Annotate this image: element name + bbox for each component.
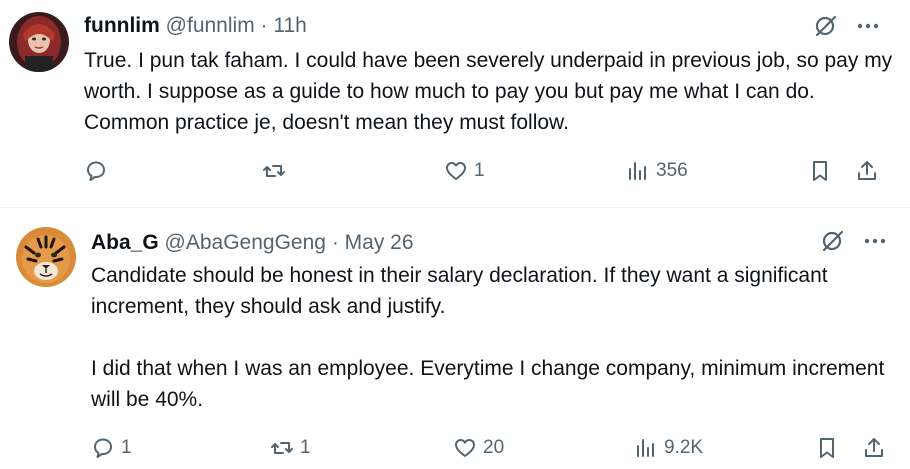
display-name[interactable]: Aba_G	[91, 231, 159, 254]
reply-count: 1	[121, 437, 132, 458]
tweet-header: Aba_G @AbaGengGeng · May 26	[91, 229, 414, 257]
user-handle[interactable]: @funnlim	[166, 14, 255, 37]
tweet-header: funnlim @funnlim · 11h	[84, 12, 307, 40]
views-icon	[629, 162, 646, 180]
bookmark-button[interactable]	[808, 156, 832, 186]
grok-icon[interactable]	[813, 13, 839, 39]
share-button[interactable]	[862, 433, 886, 463]
view-count: 9.2K	[664, 437, 704, 458]
reply-icon	[94, 438, 112, 458]
share-button[interactable]	[855, 156, 879, 186]
like-icon	[455, 439, 475, 457]
tweet-divider	[0, 207, 910, 208]
reply-icon	[87, 161, 105, 181]
bookmark-icon	[813, 161, 827, 181]
views-button[interactable]: 9.2K	[634, 433, 703, 463]
more-icon[interactable]	[855, 13, 881, 39]
timestamp[interactable]: May 26	[345, 231, 414, 254]
bookmark-icon	[820, 438, 834, 458]
separator: ·	[331, 231, 339, 254]
separator: ·	[260, 14, 268, 37]
share-icon	[865, 438, 883, 457]
tweet[interactable]: funnlim @funnlim · 11h True. I pun tak f…	[0, 0, 910, 208]
like-icon	[446, 162, 466, 180]
avatar[interactable]	[9, 12, 69, 72]
view-count: 356	[656, 160, 688, 181]
like-count: 1	[474, 160, 485, 181]
repost-button[interactable]: 1	[270, 433, 311, 463]
user-handle[interactable]: @AbaGengGeng	[165, 231, 326, 254]
action-bar: 1 356	[0, 156, 910, 186]
display-name[interactable]: funnlim	[84, 14, 160, 37]
more-icon[interactable]	[862, 228, 888, 254]
grok-icon[interactable]	[820, 228, 846, 254]
action-bar: 1 1 20 9.2K	[0, 433, 910, 463]
repost-count: 1	[300, 437, 311, 458]
repost-icon	[263, 165, 285, 177]
repost-icon	[271, 442, 293, 454]
bookmark-button[interactable]	[815, 433, 839, 463]
timestamp[interactable]: 11h	[273, 14, 306, 37]
share-icon	[858, 161, 876, 180]
repost-button[interactable]	[262, 156, 292, 186]
reply-button[interactable]: 1	[91, 433, 132, 463]
like-count: 20	[483, 437, 505, 458]
views-button[interactable]: 356	[626, 156, 688, 186]
reply-button[interactable]	[84, 156, 114, 186]
tweet[interactable]: Aba_G @AbaGengGeng · May 26 Candidate sh…	[0, 209, 910, 469]
avatar[interactable]	[16, 227, 76, 287]
tweet-text: Candidate should be honest in their sala…	[91, 264, 885, 411]
like-button[interactable]: 20	[453, 433, 504, 463]
views-icon	[637, 439, 654, 457]
tweet-text: True. I pun tak faham. I could have been…	[84, 49, 893, 134]
like-button[interactable]: 1	[444, 156, 485, 186]
